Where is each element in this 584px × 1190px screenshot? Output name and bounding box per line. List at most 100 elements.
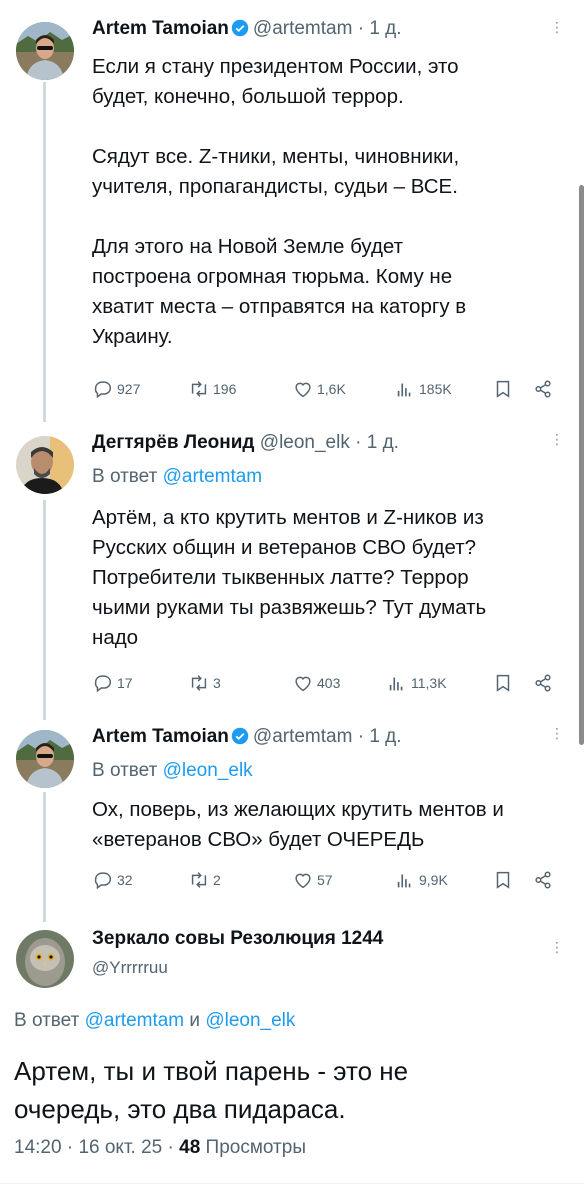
- tweet-time[interactable]: 1 д.: [367, 432, 399, 453]
- scrollbar[interactable]: [579, 185, 584, 745]
- retweet-icon: [191, 872, 207, 888]
- tweet-header: Дегтярёв Леонид @leon_elk · 1 д.: [92, 432, 399, 453]
- like-button[interactable]: 403: [292, 671, 340, 695]
- retweet-button[interactable]: 3: [188, 671, 221, 695]
- divider: [0, 1183, 584, 1184]
- tweet-text: Ох, поверь, из желающих крутить ментов и…: [92, 798, 504, 851]
- share-button[interactable]: [532, 868, 554, 892]
- author-handle[interactable]: @leon_elk: [260, 432, 350, 453]
- verified-icon: [231, 727, 249, 745]
- reply-and: и: [189, 1010, 201, 1031]
- reply-to-link[interactable]: @artemtam: [85, 1010, 185, 1031]
- reply-to: В ответ @artemtam и @leon_elk: [14, 1010, 295, 1032]
- reply-icon: [94, 381, 112, 399]
- views-count: 9,9K: [419, 872, 448, 888]
- views-button[interactable]: 185K: [394, 377, 452, 401]
- tweet-actions: 32 2 57 9,9K: [92, 868, 562, 892]
- reply-to: В ответ @leon_elk: [92, 760, 253, 782]
- bookmark-icon: [496, 674, 510, 692]
- more-icon[interactable]: ⋮: [550, 432, 564, 446]
- reply-to-link[interactable]: @leon_elk: [205, 1010, 295, 1031]
- thread-line: [43, 82, 46, 422]
- retweet-button[interactable]: 2: [188, 868, 221, 892]
- verified-icon: [231, 19, 249, 37]
- more-icon[interactable]: ⋮: [550, 726, 564, 740]
- views-count: 11,3K: [411, 675, 447, 691]
- more-icon[interactable]: ⋮: [550, 20, 564, 34]
- views-button[interactable]: 11,3K: [386, 671, 447, 695]
- avatar[interactable]: [16, 730, 74, 788]
- tweet-header: Artem Tamoian @artemtam · 1 д.: [92, 726, 402, 747]
- reply-icon: [94, 872, 112, 890]
- like-button[interactable]: 57: [292, 868, 333, 892]
- share-button[interactable]: [532, 671, 554, 695]
- views-icon: [397, 383, 411, 397]
- reply-count: 927: [117, 381, 141, 397]
- tweet-date[interactable]: 16 окт. 25: [78, 1137, 162, 1158]
- retweet-button[interactable]: 196: [188, 377, 236, 401]
- retweet-count: 196: [213, 381, 237, 397]
- reply-prefix: В ответ: [92, 466, 158, 487]
- tweet-header: Artem Tamoian @artemtam · 1 д.: [92, 18, 402, 39]
- share-icon: [535, 871, 551, 889]
- author-name[interactable]: Зеркало совы Резолюция 1244: [92, 928, 383, 950]
- like-count: 403: [317, 675, 341, 691]
- avatar[interactable]: [16, 436, 74, 494]
- tweet-actions: 927 196 1,6K 185K: [92, 377, 562, 401]
- tweet-text: Артём, а кто крутить ментов и Z-ников из…: [92, 506, 487, 649]
- tweet-time[interactable]: 14:20: [14, 1137, 62, 1158]
- like-count: 57: [317, 872, 333, 888]
- bookmark-icon: [496, 380, 510, 398]
- reply-prefix: В ответ: [14, 1010, 80, 1031]
- views-icon: [389, 677, 403, 691]
- author-name[interactable]: Artem Tamoian: [92, 726, 229, 747]
- reply-button[interactable]: 927: [92, 377, 140, 401]
- retweet-icon: [191, 675, 207, 691]
- tweet-actions: 17 3 403 11,3K: [92, 671, 562, 695]
- author-handle[interactable]: @Yrrrrruu: [92, 958, 168, 978]
- retweet-count: 3: [213, 675, 221, 691]
- reply-button[interactable]: 17: [92, 671, 133, 695]
- bookmark-button[interactable]: [492, 671, 514, 695]
- author-name[interactable]: Дегтярёв Леонид: [92, 432, 255, 453]
- tweet-time[interactable]: 1 д.: [369, 726, 401, 747]
- like-icon: [295, 873, 311, 889]
- like-icon: [295, 676, 311, 692]
- tweet-text: Если я стану президентом России, это буд…: [92, 55, 467, 348]
- reply-count: 32: [117, 872, 133, 888]
- views-label: Просмотры: [205, 1137, 306, 1158]
- thread-line: [43, 500, 46, 720]
- reply-button[interactable]: 32: [92, 868, 133, 892]
- views-count: 185K: [419, 381, 452, 397]
- author-name[interactable]: Artem Tamoian: [92, 18, 229, 39]
- reply-count: 17: [117, 675, 133, 691]
- views-count: 48: [179, 1137, 201, 1158]
- avatar[interactable]: [16, 22, 74, 80]
- reply-prefix: В ответ: [92, 760, 158, 781]
- author-handle[interactable]: @artemtam: [253, 726, 353, 747]
- like-count: 1,6K: [317, 381, 346, 397]
- like-icon: [295, 382, 311, 398]
- more-icon[interactable]: ⋮: [550, 940, 564, 954]
- bookmark-icon: [496, 871, 510, 889]
- reply-to-link[interactable]: @artemtam: [163, 466, 263, 487]
- reply-icon: [94, 675, 112, 693]
- tweet-time[interactable]: 1 д.: [369, 18, 401, 39]
- views-button[interactable]: 9,9K: [394, 868, 448, 892]
- thread-line: [43, 792, 46, 922]
- retweet-icon: [191, 381, 207, 397]
- share-icon: [535, 380, 551, 398]
- reply-to: В ответ @artemtam: [92, 466, 262, 488]
- share-button[interactable]: [532, 377, 554, 401]
- like-button[interactable]: 1,6K: [292, 377, 346, 401]
- author-handle[interactable]: @artemtam: [253, 18, 353, 39]
- bookmark-button[interactable]: [492, 377, 514, 401]
- avatar[interactable]: [16, 930, 74, 988]
- retweet-count: 2: [213, 872, 221, 888]
- views-icon: [397, 874, 411, 888]
- reply-to-link[interactable]: @leon_elk: [163, 760, 253, 781]
- share-icon: [535, 674, 551, 692]
- tweet-text: Артем, ты и твой парень - это не очередь…: [14, 1056, 409, 1124]
- tweet-meta: 14:20 · 16 окт. 25 · 48 Просмотры: [14, 1137, 306, 1158]
- bookmark-button[interactable]: [492, 868, 514, 892]
